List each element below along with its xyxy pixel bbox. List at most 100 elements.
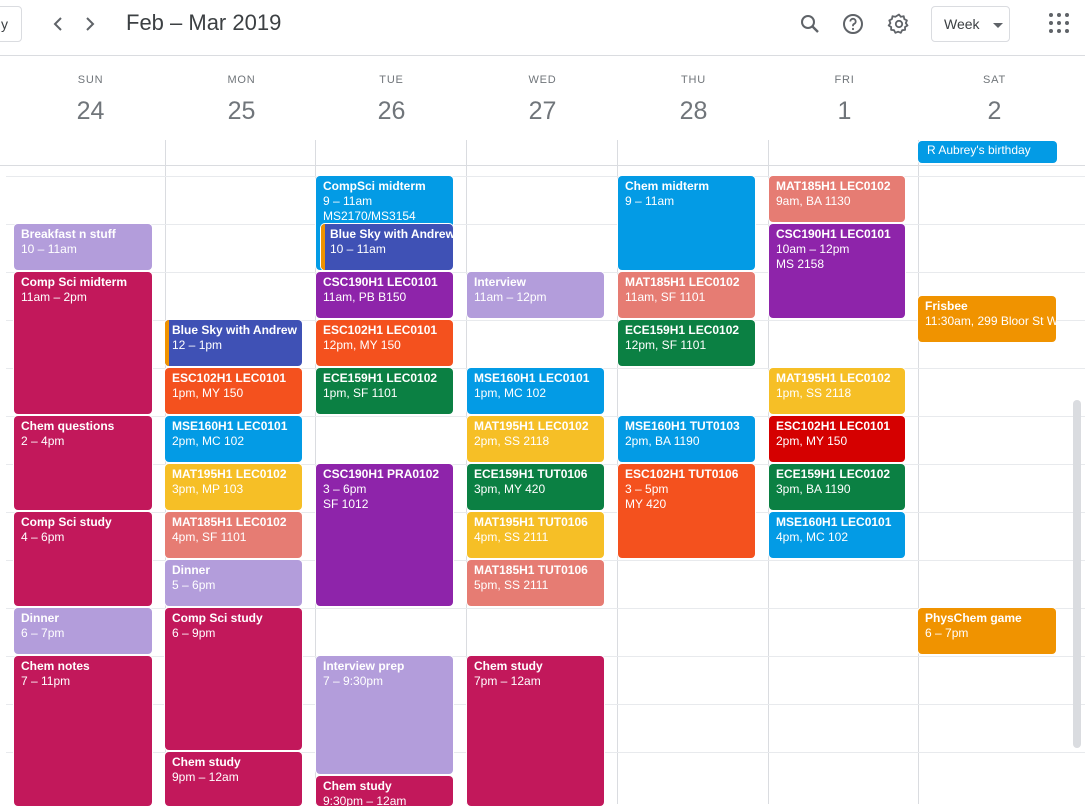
event-card[interactable]: Blue Sky with Andrew 10 – 11am <box>321 224 453 270</box>
day-number[interactable]: 27 <box>467 97 618 126</box>
event-card[interactable]: ECE159H1 LEC0102 3pm, BA 1190 <box>769 464 905 510</box>
event-title: MAT195H1 LEC0102 <box>172 467 287 481</box>
event-card[interactable]: ECE159H1 LEC0102 1pm, SF 1101 <box>316 368 453 414</box>
event-time: 3pm, BA 1190 <box>776 482 851 496</box>
event-card[interactable]: Interview prep 7 – 9:30pm <box>316 656 453 774</box>
event-card[interactable]: MAT195H1 LEC0102 1pm, SS 2118 <box>769 368 905 414</box>
day-number[interactable]: 2 <box>919 97 1070 126</box>
view-selector-label: Week <box>944 16 980 32</box>
top-bar: y Feb – Mar 2019 Week <box>0 0 1085 56</box>
event-card[interactable]: PhysChem game 6 – 7pm <box>918 608 1056 654</box>
event-card[interactable]: Chem study 9:30pm – 12am <box>316 776 453 806</box>
event-time: 11am, SF 1101 <box>625 290 706 304</box>
search-icon[interactable] <box>798 12 822 36</box>
event-card[interactable]: Interview 11am – 12pm <box>467 272 604 318</box>
chevron-left-icon[interactable] <box>46 12 70 36</box>
event-time: 7 – 11pm <box>21 674 71 688</box>
event-card[interactable]: Chem study 9pm – 12am <box>165 752 302 806</box>
event-card[interactable]: ESC102H1 LEC0101 1pm, MY 150 <box>165 368 302 414</box>
event-title: MAT185H1 LEC0102 <box>625 275 740 289</box>
event-card[interactable]: ESC102H1 LEC0101 12pm, MY 150 <box>316 320 453 366</box>
event-card[interactable]: MAT185H1 LEC0102 9am, BA 1130 <box>769 176 905 222</box>
day-of-week: MON <box>227 74 256 86</box>
event-time: 6 – 7pm <box>925 626 969 640</box>
vertical-scrollbar[interactable] <box>1073 400 1081 748</box>
day-of-week: THU <box>680 74 706 86</box>
event-time: 11am – 2pm <box>21 290 87 304</box>
event-card[interactable]: Comp Sci study 4 – 6pm <box>14 512 152 606</box>
view-selector[interactable]: Week <box>931 6 1010 42</box>
event-card[interactable]: Chem study 7pm – 12am <box>467 656 604 806</box>
today-button[interactable]: y <box>0 6 22 42</box>
event-card[interactable]: MAT185H1 LEC0102 4pm, SF 1101 <box>165 512 302 558</box>
event-time: 12pm, SF 1101 <box>625 338 707 352</box>
event-time: 5pm, SS 2111 <box>474 578 549 592</box>
event-card[interactable]: MAT195H1 TUT0106 4pm, SS 2111 <box>467 512 604 558</box>
event-title: MAT185H1 TUT0106 <box>474 563 588 577</box>
event-card[interactable]: MSE160H1 LEC0101 4pm, MC 102 <box>769 512 905 558</box>
event-time: 9:30pm – 12am <box>323 794 407 806</box>
event-card[interactable]: CSC190H1 PRA0102 3 – 6pm SF 1012 <box>316 464 453 606</box>
event-time: 4pm, SF 1101 <box>172 530 247 544</box>
event-card[interactable]: MSE160H1 LEC0101 2pm, MC 102 <box>165 416 302 462</box>
event-card[interactable]: MAT195H1 LEC0102 3pm, MP 103 <box>165 464 302 510</box>
event-title: Chem study <box>172 755 241 769</box>
event-card[interactable]: ECE159H1 TUT0106 3pm, MY 420 <box>467 464 604 510</box>
event-card[interactable]: CSC190H1 LEC0101 10am – 12pm MS 2158 <box>769 224 905 318</box>
day-header-mon[interactable]: MON 25 <box>166 57 317 145</box>
day-header-thu[interactable]: THU 28 <box>618 57 769 145</box>
all-day-divider <box>0 165 1085 166</box>
date-range-title: Feb – Mar 2019 <box>126 10 282 35</box>
event-card[interactable]: MAT185H1 LEC0102 11am, SF 1101 <box>618 272 755 318</box>
event-card[interactable]: Frisbee 11:30am, 299 Bloor St W <box>918 296 1056 342</box>
event-card[interactable]: MSE160H1 TUT0103 2pm, BA 1190 <box>618 416 755 462</box>
day-header-sat[interactable]: SAT 2 <box>919 57 1070 145</box>
event-card[interactable]: Comp Sci midterm 11am – 2pm <box>14 272 152 414</box>
day-header-fri[interactable]: FRI 1 <box>769 57 920 145</box>
day-header-wed[interactable]: WED 27 <box>467 57 618 145</box>
event-card[interactable]: ECE159H1 LEC0102 12pm, SF 1101 <box>618 320 755 366</box>
event-title: MAT185H1 LEC0102 <box>172 515 287 529</box>
event-card[interactable]: CSC190H1 LEC0101 11am, PB B150 <box>316 272 453 318</box>
event-title: Blue Sky with Andrew <box>330 227 453 241</box>
apps-grid-icon[interactable] <box>1049 13 1071 35</box>
day-number[interactable]: 25 <box>166 97 317 126</box>
event-card[interactable]: MAT185H1 TUT0106 5pm, SS 2111 <box>467 560 604 606</box>
event-card[interactable]: Breakfast n stuff 10 – 11am <box>14 224 152 270</box>
event-location: MS 2158 <box>776 257 825 271</box>
event-card[interactable]: Chem questions 2 – 4pm <box>14 416 152 510</box>
event-title: Frisbee <box>925 299 968 313</box>
event-time: 6 – 7pm <box>21 626 65 640</box>
day-of-week: SAT <box>983 74 1006 86</box>
gear-icon[interactable] <box>887 12 911 36</box>
event-title: ECE159H1 TUT0106 <box>474 467 588 481</box>
event-location: MY 420 <box>625 497 667 511</box>
help-icon[interactable] <box>841 12 865 36</box>
event-time: 3 – 5pm <box>625 482 669 496</box>
event-title: R Aubrey's birthday <box>927 143 1031 157</box>
event-card[interactable]: Blue Sky with Andrew 12 – 1pm <box>165 320 302 366</box>
event-card[interactable]: MAT195H1 LEC0102 2pm, SS 2118 <box>467 416 604 462</box>
event-time: 10 – 11am <box>21 242 77 256</box>
event-card[interactable]: Chem midterm 9 – 11am <box>618 176 755 270</box>
event-time: 10am – 12pm <box>776 242 850 256</box>
all-day-event[interactable]: R Aubrey's birthday <box>918 141 1057 163</box>
day-header-tue[interactable]: TUE 26 <box>316 57 467 145</box>
event-card[interactable]: ESC102H1 TUT0106 3 – 5pm MY 420 <box>618 464 755 558</box>
day-header-sun[interactable]: SUN 24 <box>15 57 166 145</box>
day-number[interactable]: 1 <box>769 97 920 126</box>
day-number[interactable]: 28 <box>618 97 769 126</box>
day-number[interactable]: 26 <box>316 97 467 126</box>
event-title: Interview <box>474 275 527 289</box>
event-time: 3pm, MP 103 <box>172 482 244 496</box>
day-number[interactable]: 24 <box>15 97 166 126</box>
event-time: 7 – 9:30pm <box>323 674 384 688</box>
event-card[interactable]: ESC102H1 LEC0101 2pm, MY 150 <box>769 416 905 462</box>
event-card[interactable]: Chem notes 7 – 11pm <box>14 656 152 806</box>
event-card[interactable]: Comp Sci study 6 – 9pm <box>165 608 302 750</box>
event-title: Chem notes <box>21 659 90 673</box>
event-card[interactable]: Dinner 5 – 6pm <box>165 560 302 606</box>
chevron-right-icon[interactable] <box>78 12 102 36</box>
event-card[interactable]: Dinner 6 – 7pm <box>14 608 152 654</box>
event-card[interactable]: MSE160H1 LEC0101 1pm, MC 102 <box>467 368 604 414</box>
